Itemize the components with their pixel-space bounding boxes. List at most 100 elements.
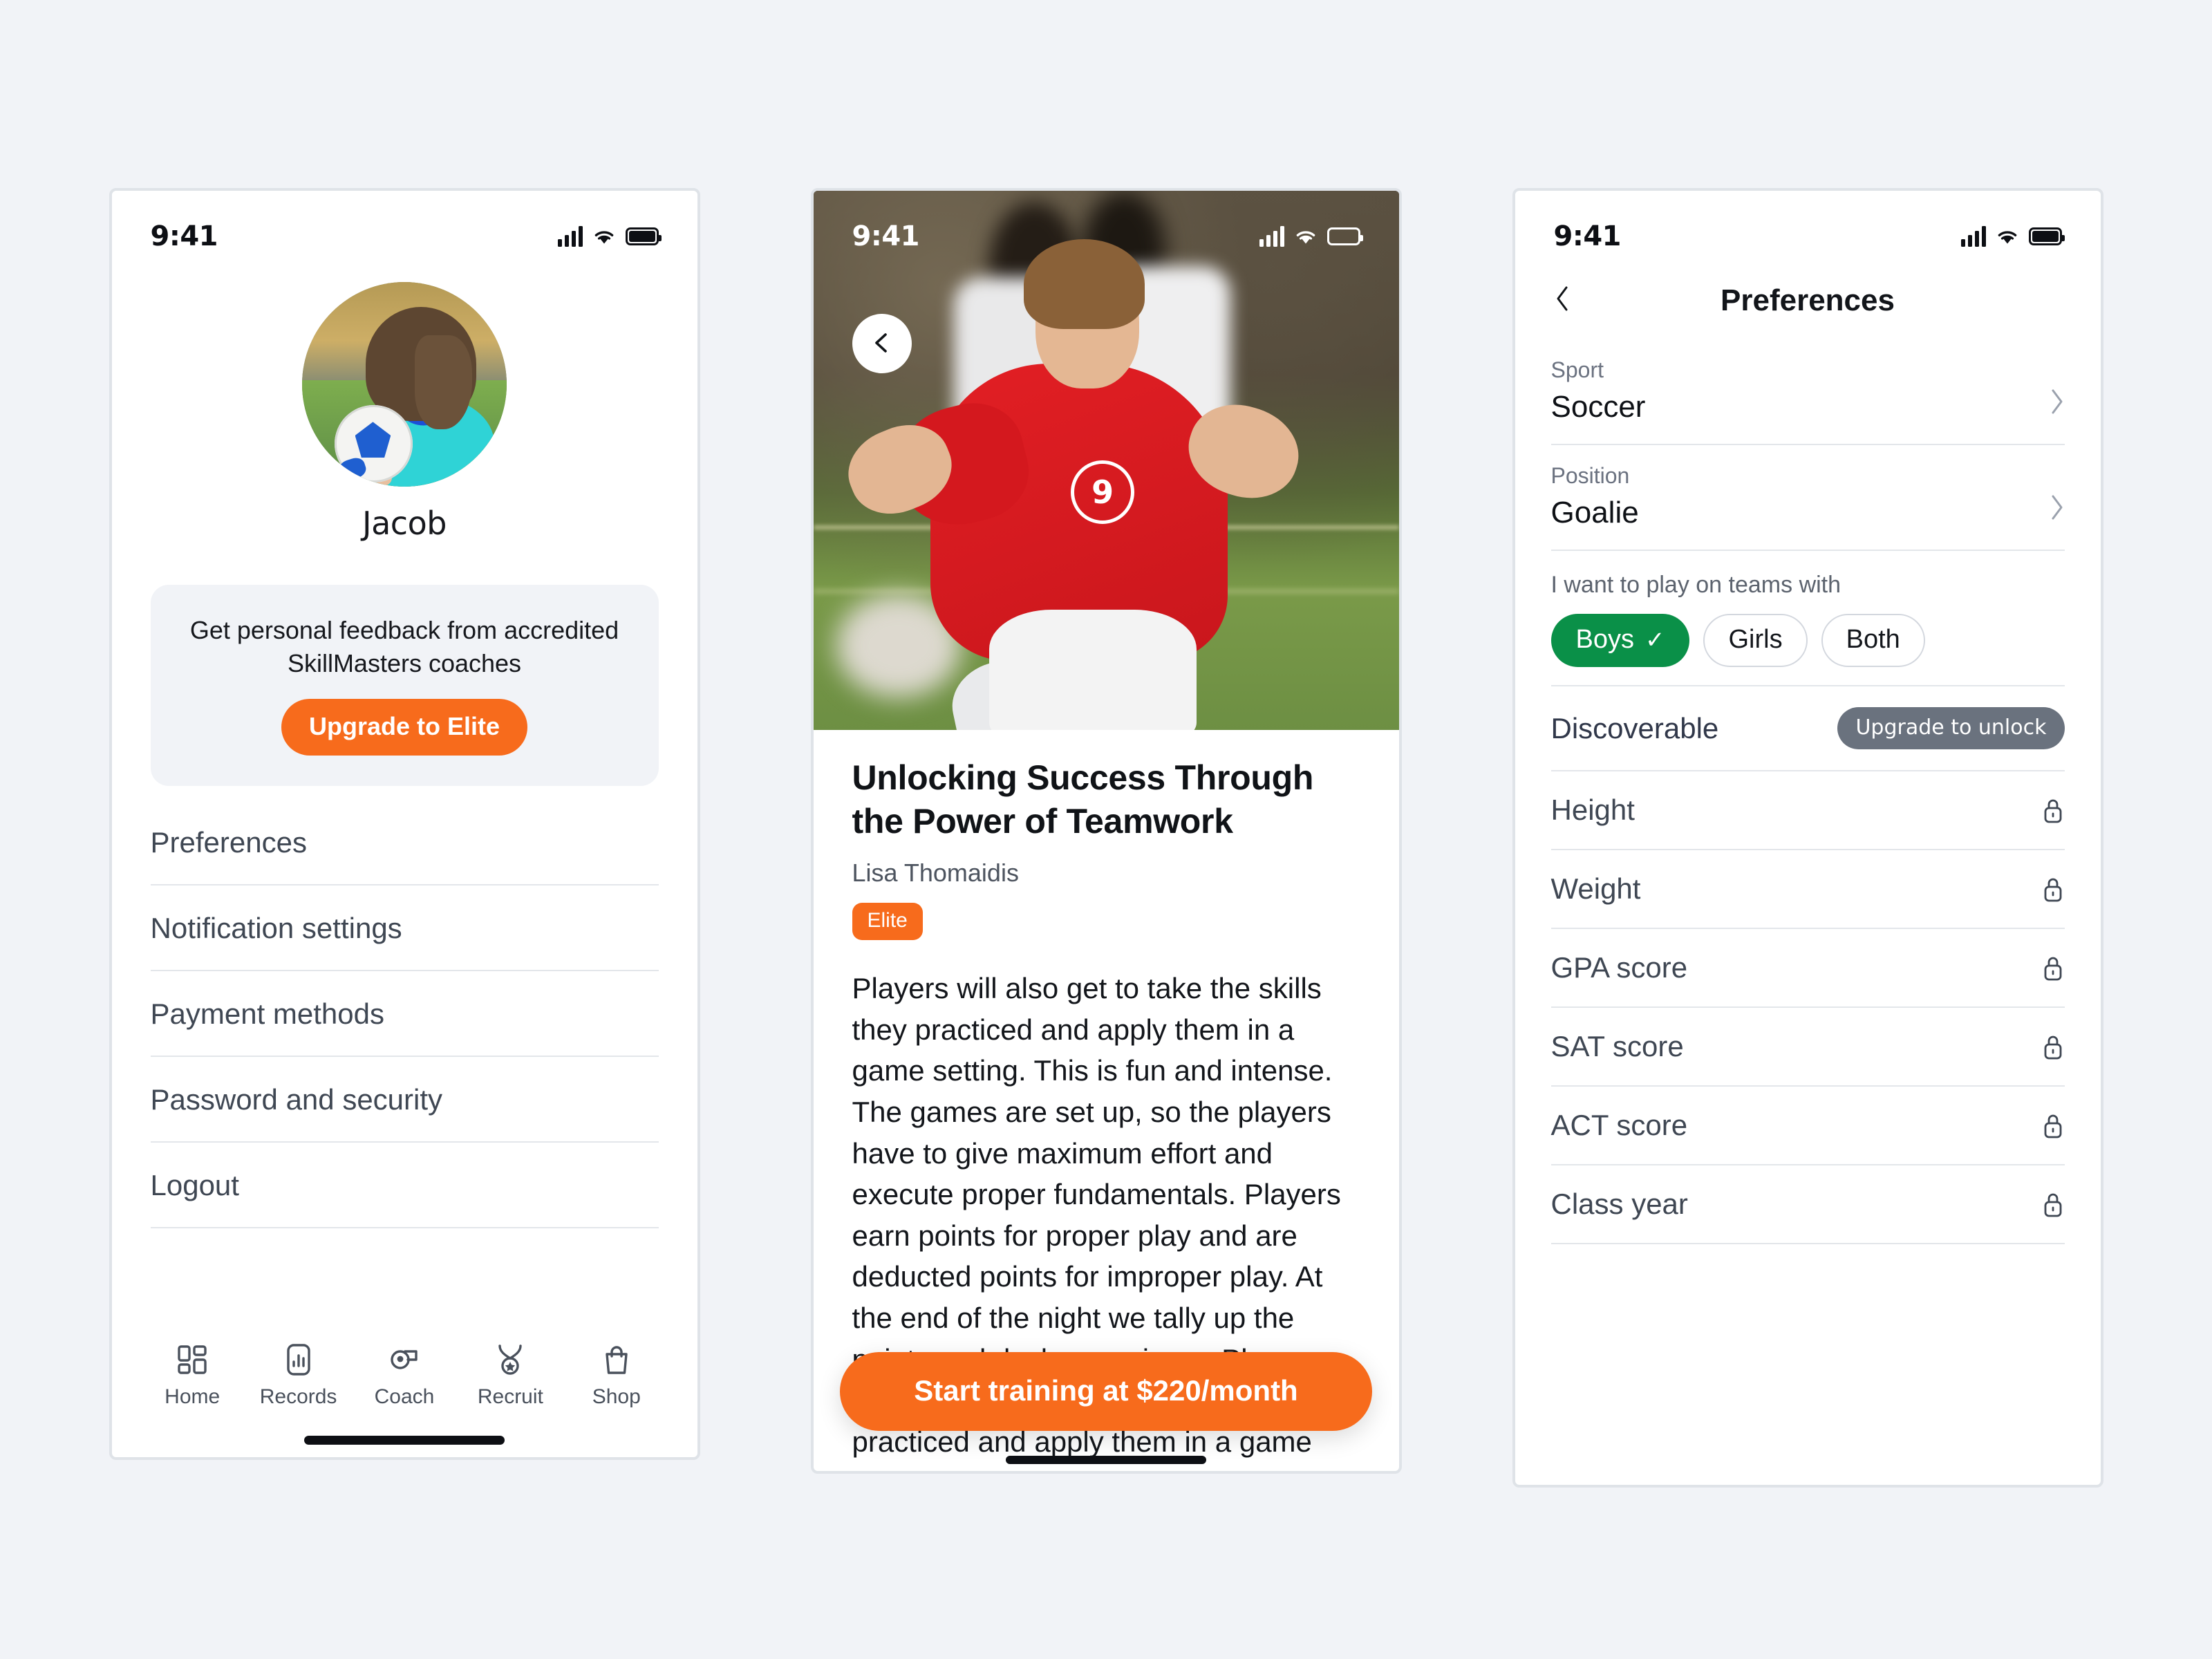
status-bar: 9:41 — [1515, 191, 2101, 267]
lock-icon — [2041, 875, 2065, 903]
pref-row-text: Sport Soccer — [1551, 357, 1646, 424]
tab-shop[interactable]: Shop — [568, 1342, 665, 1409]
pref-row-position[interactable]: Position Goalie — [1550, 445, 2065, 551]
discoverable-row: Discoverable Upgrade to unlock — [1550, 686, 2065, 771]
status-icons — [1960, 226, 2065, 247]
page-title: Jacob — [362, 505, 447, 542]
battery-icon — [625, 227, 662, 245]
team-option-label: Boys — [1575, 625, 1634, 654]
wifi-icon — [592, 227, 616, 245]
tab-records[interactable]: Records — [250, 1342, 347, 1409]
chevron-right-icon — [2050, 388, 2065, 420]
pref-row-text: Position Goalie — [1551, 463, 1639, 530]
home-indicator — [304, 1436, 505, 1445]
locked-row-label: GPA score — [1550, 951, 1688, 984]
pref-value: Soccer — [1550, 390, 1646, 424]
lock-icon — [2041, 1190, 2065, 1218]
chevron-left-icon — [1551, 285, 1575, 316]
pref-label: Sport — [1550, 357, 1604, 382]
medal-icon — [493, 1342, 527, 1377]
hero-player-shorts — [988, 609, 1197, 730]
phone-screen-article: 9 9:41 Unlocking Success Through the Pow… — [810, 188, 1402, 1474]
team-option-label: Both — [1846, 625, 1900, 654]
menu-item-logout[interactable]: Logout — [150, 1143, 659, 1229]
lock-icon — [2041, 954, 2065, 982]
whistle-icon — [387, 1342, 422, 1377]
hero-image: 9 — [813, 191, 1399, 730]
lock-icon — [2041, 1112, 2065, 1139]
chevron-left-icon — [870, 331, 894, 357]
locked-row-sat-score[interactable]: SAT score — [1550, 1008, 2065, 1087]
screens-container: 9:41 Jacob Get personal feedback from ac… — [0, 0, 2212, 1659]
status-time: 9:41 — [1553, 221, 1622, 252]
lock-icon — [2041, 1033, 2065, 1060]
locked-row-label: ACT score — [1550, 1109, 1688, 1141]
check-icon: ✓ — [1644, 626, 1665, 653]
menu-item-password-and-security[interactable]: Password and security — [150, 1057, 659, 1143]
upgrade-to-unlock-badge[interactable]: Upgrade to unlock — [1837, 707, 2065, 749]
cta-container: Start training at $220/month — [814, 1352, 1399, 1431]
status-badge-elite[interactable]: Elite — [852, 903, 923, 940]
status-icons — [1259, 226, 1363, 247]
team-option-label: Girls — [1728, 625, 1783, 654]
lock-icon — [2041, 796, 2065, 824]
phone-screen-profile: 9:41 Jacob Get personal feedback from ac… — [109, 188, 700, 1460]
team-option-girls[interactable]: Girls — [1703, 614, 1808, 667]
preferences-list: Sport Soccer Position Goalie I want to p… — [1515, 339, 2101, 1244]
soccer-ball-icon — [335, 404, 413, 483]
locked-row-label: Weight — [1550, 872, 1641, 905]
grid-icon — [175, 1342, 209, 1377]
locked-row-label: Height — [1550, 794, 1635, 826]
article-author: Lisa Thomaidis — [852, 859, 1019, 887]
start-training-button[interactable]: Start training at $220/month — [840, 1352, 1372, 1431]
avatar[interactable] — [302, 282, 507, 487]
settings-menu: Preferences Notification settings Paymen… — [150, 811, 659, 1229]
wifi-icon — [1294, 227, 1318, 245]
battery-icon — [1327, 227, 1363, 245]
tab-recruit[interactable]: Recruit — [462, 1342, 559, 1409]
team-option-both[interactable]: Both — [1821, 614, 1925, 667]
pref-value: Goalie — [1550, 496, 1639, 529]
locked-row-label: Class year — [1550, 1188, 1688, 1220]
cellular-signal-icon — [1259, 226, 1284, 247]
page-title: Preferences — [1721, 283, 1895, 317]
shopping-bag-icon — [599, 1342, 634, 1377]
locked-row-class-year[interactable]: Class year — [1550, 1165, 2065, 1244]
jersey-number: 9 — [1071, 460, 1135, 524]
pref-row-sport[interactable]: Sport Soccer — [1550, 339, 2065, 445]
team-options: Boys ✓ Girls Both — [1550, 614, 2065, 667]
team-preference-group: I want to play on teams with Boys ✓ Girl… — [1550, 551, 2065, 686]
upgrade-to-elite-button[interactable]: Upgrade to Elite — [281, 699, 528, 756]
status-time: 9:41 — [852, 221, 920, 252]
menu-item-notification-settings[interactable]: Notification settings — [150, 885, 659, 972]
upgrade-promo-card: Get personal feedback from accredited Sk… — [150, 585, 659, 787]
back-button[interactable] — [1551, 285, 1593, 316]
tab-home[interactable]: Home — [144, 1342, 241, 1409]
phone-screen-preferences: 9:41 Preferences Sport Soccer Position G… — [1512, 188, 2103, 1488]
cellular-signal-icon — [557, 226, 583, 247]
menu-item-preferences[interactable]: Preferences — [150, 811, 659, 886]
status-bar: 9:41 — [112, 191, 697, 267]
cellular-signal-icon — [1960, 226, 1986, 247]
tab-label: Shop — [592, 1385, 641, 1408]
avatar-hair-side — [414, 335, 472, 430]
locked-row-height[interactable]: Height — [1550, 771, 2065, 850]
status-icons — [557, 226, 662, 247]
back-button[interactable] — [852, 314, 912, 373]
discoverable-label: Discoverable — [1550, 711, 1719, 744]
status-time: 9:41 — [150, 221, 218, 252]
tab-label: Coach — [374, 1385, 435, 1408]
tab-coach[interactable]: Coach — [356, 1342, 453, 1409]
team-option-boys[interactable]: Boys ✓ — [1550, 614, 1690, 667]
chevron-right-icon — [2050, 494, 2065, 526]
tab-label: Recruit — [477, 1385, 543, 1408]
team-preference-question: I want to play on teams with — [1550, 572, 1841, 598]
menu-item-payment-methods[interactable]: Payment methods — [150, 971, 659, 1058]
nav-bar: Preferences — [1515, 267, 2101, 339]
promo-text: Get personal feedback from accredited Sk… — [189, 616, 619, 677]
home-indicator — [1006, 1456, 1206, 1464]
status-bar: 9:41 — [814, 191, 1399, 267]
locked-row-gpa-score[interactable]: GPA score — [1550, 929, 2065, 1008]
locked-row-act-score[interactable]: ACT score — [1550, 1087, 2065, 1165]
locked-row-weight[interactable]: Weight — [1550, 850, 2065, 929]
